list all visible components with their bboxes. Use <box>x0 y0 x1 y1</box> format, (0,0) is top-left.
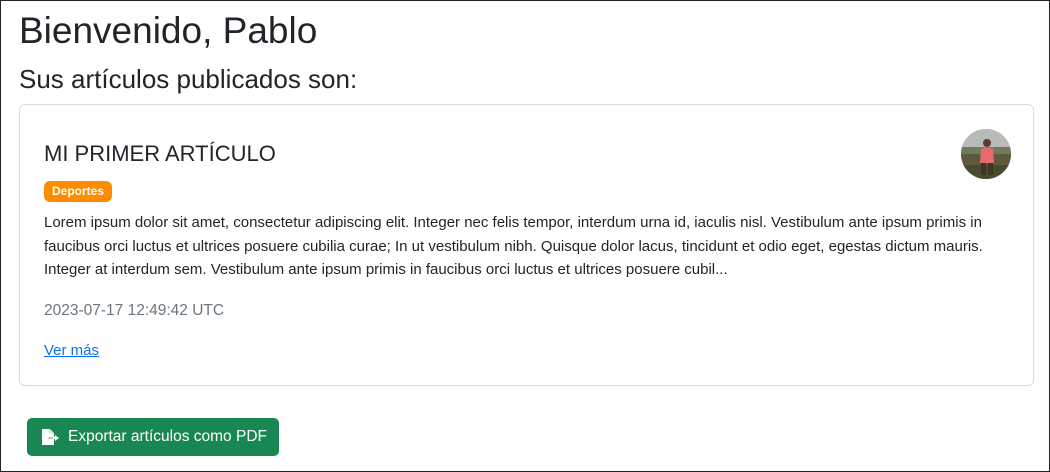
welcome-heading: Bienvenido, Pablo <box>19 10 318 51</box>
article-title: MI PRIMER ARTÍCULO <box>44 141 276 166</box>
article-excerpt: Lorem ipsum dolor sit amet, consectetur … <box>44 214 983 278</box>
articles-subtitle: Sus artículos publicados son: <box>19 64 358 94</box>
export-button-label: Exportar artículos como PDF <box>68 428 267 445</box>
user-avatar-photo-icon <box>961 129 1011 179</box>
category-badge: Deportes <box>44 181 113 202</box>
author-avatar <box>961 129 1011 179</box>
read-more-link[interactable]: Ver más <box>44 341 99 361</box>
export-pdf-button[interactable]: Exportar artículos como PDF <box>27 418 279 456</box>
article-timestamp: 2023-07-17 12:49:42 UTC <box>44 302 225 319</box>
article-card: MI PRIMER ARTÍCULO Deportes Lorem ipsum … <box>19 104 1034 386</box>
file-export-icon <box>41 428 61 446</box>
